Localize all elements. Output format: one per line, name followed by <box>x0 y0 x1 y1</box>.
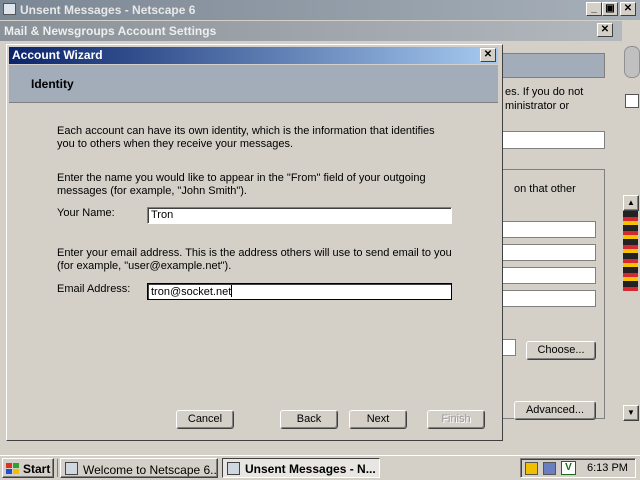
email-help-text: Enter your email address. This is the ad… <box>57 247 452 259</box>
addressbook-icon[interactable] <box>625 94 639 108</box>
intro-text: Each account can have its own identity, … <box>57 125 435 137</box>
tray-icon-network[interactable] <box>525 462 538 475</box>
account-settings-close-button[interactable]: ✕ <box>597 23 613 37</box>
finish-button[interactable]: Finish <box>427 410 485 429</box>
email-address-input[interactable]: tron@socket.net <box>147 283 452 300</box>
netscape-window-title: Unsent Messages - Netscape 6 <box>20 3 196 17</box>
choose-button[interactable]: Choose... <box>526 341 596 360</box>
maximize-button[interactable]: ▣ <box>602 2 618 16</box>
account-settings-pane-header <box>500 53 605 78</box>
netscape-task-icon <box>65 462 78 475</box>
name-help-text: messages (for example, "John Smith"). <box>57 185 247 197</box>
identity-reply-field[interactable] <box>500 267 596 284</box>
netscape-right-strip <box>622 42 640 108</box>
start-label: Start <box>23 462 51 476</box>
system-tray: V 6:13 PM <box>520 458 636 478</box>
wizard-header-band: Identity <box>9 65 498 103</box>
intro-text: you to others when they receive your mes… <box>57 138 294 150</box>
next-button[interactable]: Next <box>349 410 407 429</box>
start-button[interactable]: Start <box>2 458 54 478</box>
account-settings-text-fragment: es. If you do not <box>505 86 584 98</box>
mail-task-icon <box>227 462 240 475</box>
account-settings-text-fragment: ministrator or <box>505 100 570 112</box>
taskbar-item-label: Welcome to Netscape 6.... <box>83 463 218 477</box>
identity-email-field[interactable] <box>500 244 596 261</box>
account-settings-title: Mail & Newsgroups Account Settings <box>4 24 217 38</box>
scroll-up-arrow-icon[interactable]: ▲ <box>623 195 639 211</box>
cancel-button[interactable]: Cancel <box>176 410 234 429</box>
windows-logo-icon <box>6 462 20 474</box>
main-scrollbar[interactable]: ▲ ▼ <box>622 195 639 425</box>
name-label: Your Name: <box>57 207 115 219</box>
account-wizard-title: Account Wizard <box>12 48 103 62</box>
advanced-button[interactable]: Advanced... <box>514 401 596 420</box>
identity-name-field[interactable] <box>500 221 596 238</box>
sidebar-grip-icon[interactable] <box>624 46 640 78</box>
wizard-page-title: Identity <box>31 77 74 91</box>
scroll-down-arrow-icon[interactable]: ▼ <box>623 405 639 421</box>
taskbar: Start Welcome to Netscape 6.... Unsent M… <box>0 455 640 480</box>
page-content-strip <box>623 211 638 291</box>
account-wizard-titlebar[interactable]: Account Wizard ✕ <box>9 47 498 64</box>
taskbar-item-welcome[interactable]: Welcome to Netscape 6.... <box>60 458 218 478</box>
back-button[interactable]: Back <box>280 410 338 429</box>
netscape-app-icon <box>3 3 16 15</box>
account-wizard-dialog: Account Wizard ✕ Identity Each account c… <box>6 44 503 441</box>
your-name-input[interactable]: Tron <box>147 207 452 224</box>
minimize-button[interactable]: _ <box>586 2 602 16</box>
close-button[interactable]: ✕ <box>620 2 636 16</box>
email-address-value: tron@socket.net <box>151 286 232 298</box>
name-help-text: Enter the name you would like to appear … <box>57 172 426 184</box>
taskbar-item-unsent[interactable]: Unsent Messages - N... <box>222 458 380 478</box>
account-settings-titlebar[interactable]: Mail & Newsgroups Account Settings ✕ <box>0 21 622 41</box>
tray-icon-display[interactable] <box>543 462 556 475</box>
taskbar-item-label: Unsent Messages - N... <box>245 462 376 476</box>
account-name-field[interactable] <box>500 131 605 149</box>
text-caret <box>231 285 233 297</box>
identity-org-field[interactable] <box>500 290 596 307</box>
wizard-close-button[interactable]: ✕ <box>480 48 496 62</box>
email-help-text: (for example, "user@example.net"). <box>57 260 232 272</box>
netscape-titlebar[interactable]: Unsent Messages - Netscape 6 _ ▣ ✕ <box>0 0 640 20</box>
tray-icon-antivirus[interactable]: V <box>561 461 576 475</box>
account-settings-text-fragment: on that other <box>514 183 576 195</box>
clock: 6:13 PM <box>587 462 628 474</box>
email-label: Email Address: <box>57 283 131 295</box>
